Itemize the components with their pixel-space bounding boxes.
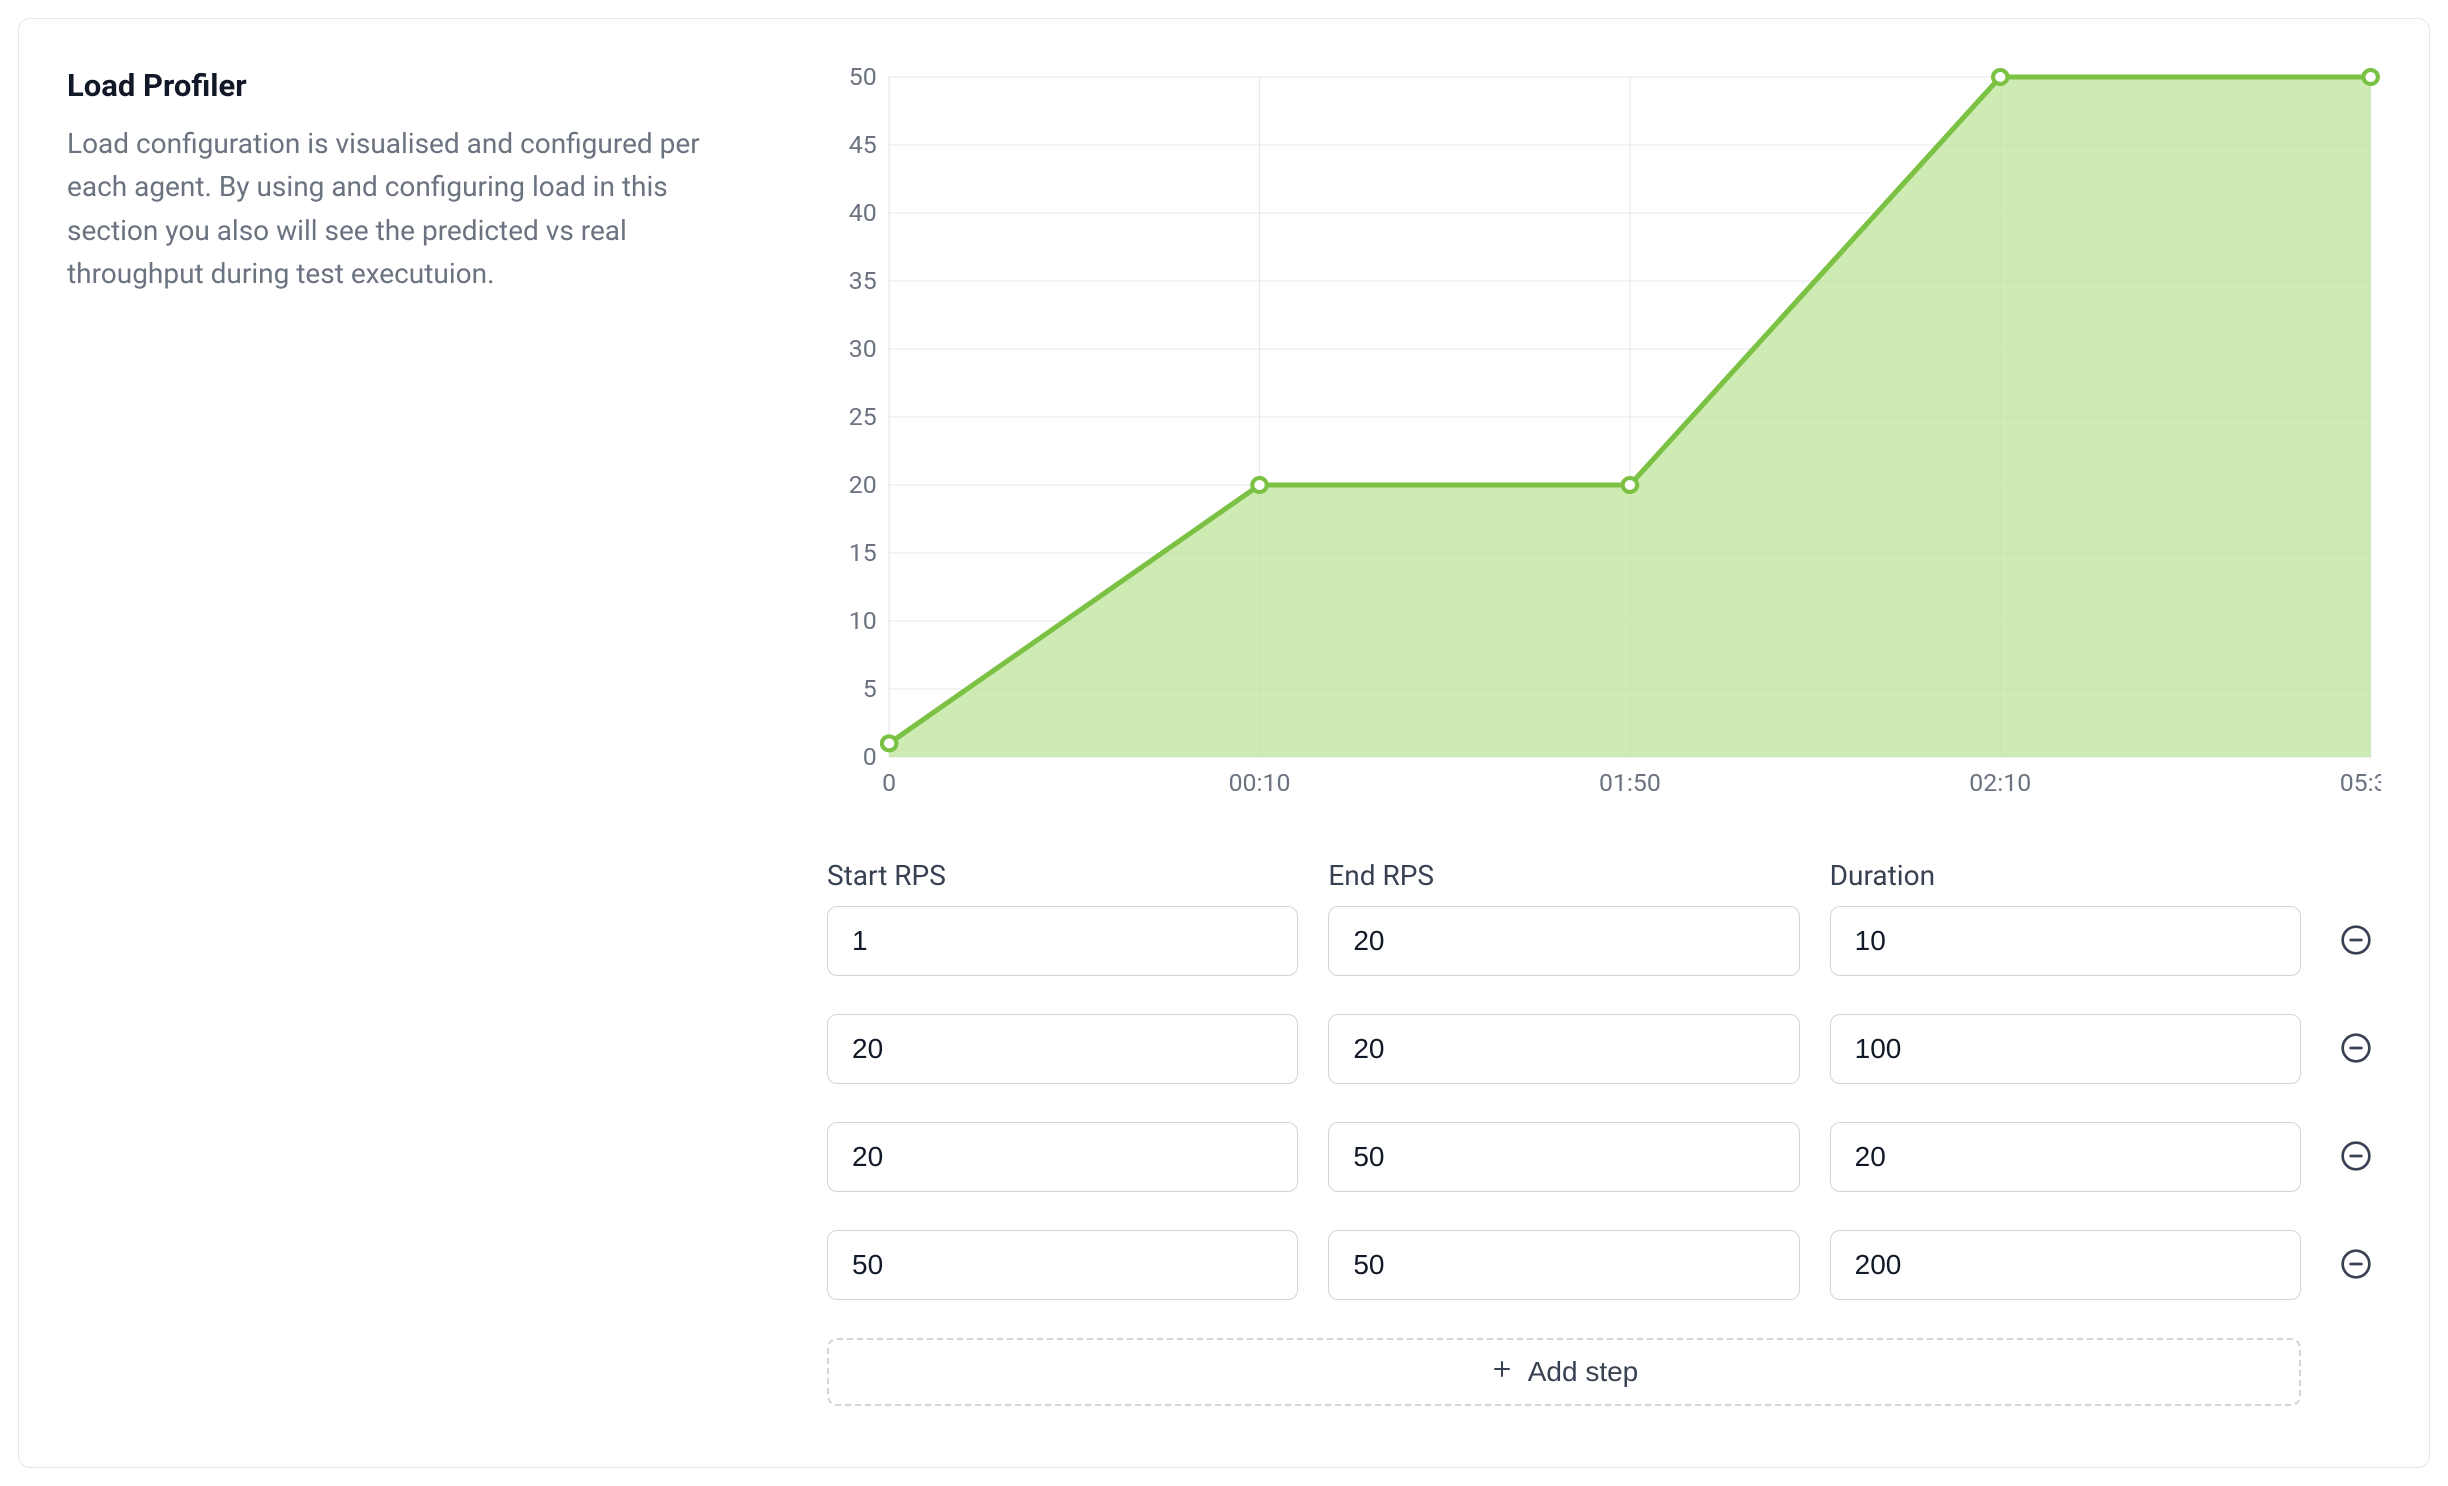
- minus-circle-icon: [2340, 1032, 2372, 1067]
- load-profiler-panel: Load Profiler Load configuration is visu…: [18, 18, 2430, 1468]
- minus-circle-icon: [2340, 1140, 2372, 1175]
- step-row: [827, 1122, 2381, 1192]
- svg-text:10: 10: [849, 606, 877, 634]
- column-label-duration: Duration: [1830, 859, 2301, 892]
- section-header: Load Profiler Load configuration is visu…: [67, 67, 767, 1419]
- start-rps-input[interactable]: [827, 1014, 1298, 1084]
- step-row: [827, 1014, 2381, 1084]
- svg-text:05:30: 05:30: [2340, 768, 2381, 796]
- svg-text:00:10: 00:10: [1229, 768, 1291, 796]
- steps-form-header: Start RPS End RPS Duration: [827, 859, 2381, 892]
- end-rps-input[interactable]: [1328, 1014, 1799, 1084]
- svg-text:25: 25: [849, 402, 877, 430]
- svg-text:20: 20: [849, 470, 877, 498]
- end-rps-input[interactable]: [1328, 906, 1799, 976]
- plus-icon: [1490, 1356, 1514, 1388]
- section-title: Load Profiler: [67, 67, 767, 104]
- end-rps-input[interactable]: [1328, 1122, 1799, 1192]
- duration-input[interactable]: [1830, 1230, 2301, 1300]
- remove-step-button[interactable]: [2331, 1024, 2381, 1074]
- end-rps-input[interactable]: [1328, 1230, 1799, 1300]
- svg-text:0: 0: [882, 768, 896, 796]
- svg-text:02:10: 02:10: [1969, 768, 2031, 796]
- load-profile-chart: 0 5 10 15 20 25 30 35 40 45 50 0 00:10 01:50 02:10 05:3…: [827, 67, 2381, 807]
- add-step-button[interactable]: Add step: [827, 1338, 2301, 1406]
- svg-text:45: 45: [849, 130, 877, 158]
- remove-step-button[interactable]: [2331, 916, 2381, 966]
- remove-step-button[interactable]: [2331, 1132, 2381, 1182]
- remove-step-button[interactable]: [2331, 1240, 2381, 1290]
- svg-text:50: 50: [849, 67, 877, 91]
- duration-input[interactable]: [1830, 1014, 2301, 1084]
- section-content: 0 5 10 15 20 25 30 35 40 45 50 0 00:10 01:50 02:10 05:3…: [827, 67, 2381, 1419]
- svg-text:30: 30: [849, 334, 877, 362]
- svg-text:15: 15: [849, 538, 877, 566]
- minus-circle-icon: [2340, 924, 2372, 959]
- start-rps-input[interactable]: [827, 1122, 1298, 1192]
- duration-input[interactable]: [1830, 906, 2301, 976]
- column-label-start: Start RPS: [827, 859, 1298, 892]
- start-rps-input[interactable]: [827, 1230, 1298, 1300]
- column-label-end: End RPS: [1328, 859, 1799, 892]
- section-description: Load configuration is visualised and con…: [67, 122, 747, 296]
- add-step-label: Add step: [1528, 1356, 1639, 1388]
- minus-circle-icon: [2340, 1248, 2372, 1283]
- duration-input[interactable]: [1830, 1122, 2301, 1192]
- svg-text:01:50: 01:50: [1599, 768, 1661, 796]
- svg-text:35: 35: [849, 266, 877, 294]
- svg-text:40: 40: [849, 198, 877, 226]
- svg-text:0: 0: [863, 742, 877, 770]
- step-row: [827, 906, 2381, 976]
- svg-text:5: 5: [863, 674, 877, 702]
- start-rps-input[interactable]: [827, 906, 1298, 976]
- steps-form: Start RPS End RPS Duration Add step: [827, 859, 2381, 1406]
- step-row: [827, 1230, 2381, 1300]
